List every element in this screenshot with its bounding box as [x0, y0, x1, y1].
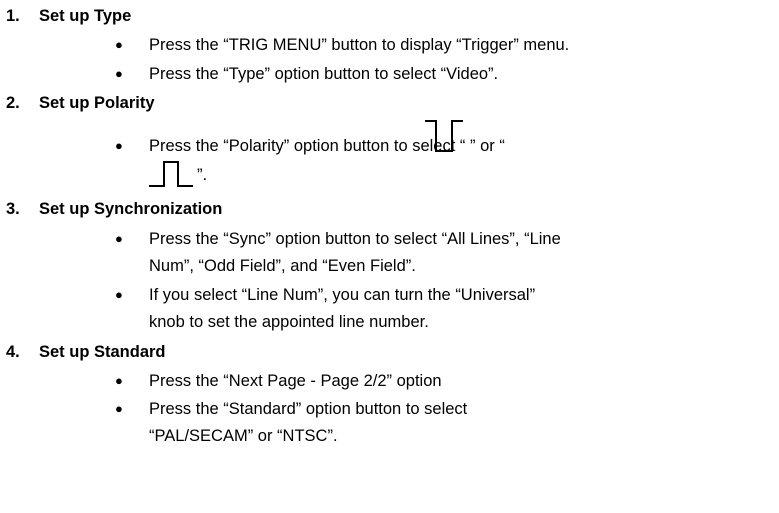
list-item-line: Num”, “Odd Field”, and “Even Field”.	[149, 257, 416, 275]
step-number: 1.	[6, 7, 20, 25]
step-title: Set up Synchronization	[39, 200, 223, 218]
step-number: 3.	[6, 200, 20, 218]
list-item: Press the “Next Page - Page 2/2” option	[149, 372, 442, 390]
list-item-line: Press the “Standard” option button to se…	[149, 400, 468, 418]
bullet-icon: ●	[115, 37, 123, 52]
list-item-line: If you select “Line Num”, you can turn t…	[149, 286, 536, 304]
bullet-icon: ●	[115, 373, 123, 388]
list-item-line: Press the “Sync” option button to select…	[149, 230, 561, 248]
list-item-line: “PAL/SECAM” or “NTSC”.	[149, 427, 338, 445]
negative-pulse-icon	[425, 120, 463, 152]
bullet-icon: ●	[115, 231, 123, 246]
positive-pulse-icon	[149, 161, 193, 187]
list-item-line: knob to set the appointed line number.	[149, 313, 429, 331]
bullet-icon: ●	[115, 66, 123, 81]
list-item-text: Press the “Polarity” option button to se…	[149, 137, 466, 155]
bullet-icon: ●	[115, 287, 123, 302]
step-title: Set up Polarity	[39, 94, 155, 112]
step-number: 2.	[6, 94, 20, 112]
bullet-icon: ●	[115, 138, 123, 153]
list-item-text: ”.	[197, 166, 208, 184]
list-item: Press the “Type” option button to select…	[149, 65, 499, 83]
step-title: Set up Standard	[39, 343, 166, 361]
step-title: Set up Type	[39, 7, 132, 25]
list-item: Press the “TRIG MENU” button to display …	[149, 36, 570, 54]
list-item-text: ” or “	[470, 137, 505, 155]
bullet-icon: ●	[115, 401, 123, 416]
step-number: 4.	[6, 343, 20, 361]
